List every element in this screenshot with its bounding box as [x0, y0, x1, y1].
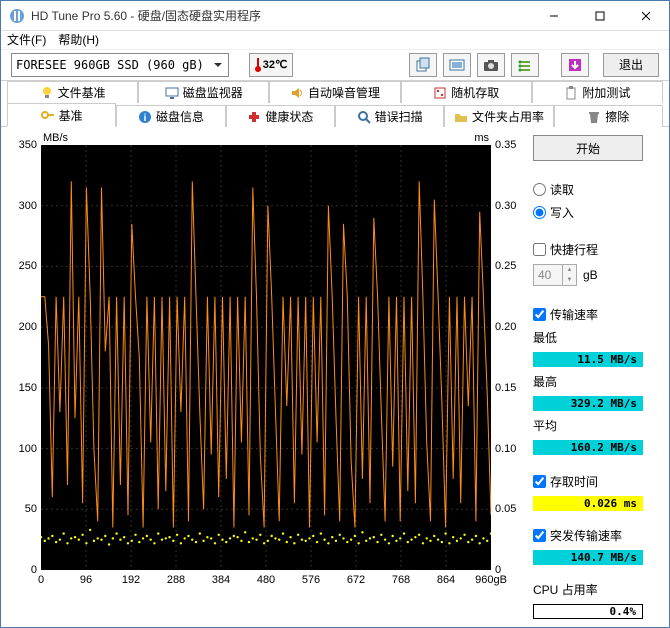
tab-random-access[interactable]: 随机存取 — [401, 81, 532, 103]
monitor-icon — [165, 86, 179, 100]
stroke-spinner[interactable]: 40▲▼ — [533, 264, 577, 286]
save-button[interactable] — [561, 53, 589, 77]
write-label: 写入 — [550, 204, 574, 221]
toolbar: FORESEE 960GB SSD (960 gB) 32℃ 退出 — [1, 50, 669, 81]
start-button[interactable]: 开始 — [533, 135, 643, 161]
dice-icon — [433, 86, 447, 100]
y-left-labels: 350300250200150100500 — [11, 145, 39, 570]
menu-help[interactable]: 帮助(H) — [58, 31, 99, 48]
max-value: 329.2 MB/s — [533, 396, 643, 411]
drive-dropdown[interactable]: FORESEE 960GB SSD (960 gB) — [11, 53, 229, 77]
take-screenshot-button[interactable] — [477, 53, 505, 77]
tabs-row-1: 文件基准 磁盘监视器 自动噪音管理 随机存取 附加测试 — [1, 81, 669, 103]
tab-erase[interactable]: 擦除 — [554, 105, 663, 127]
plot — [41, 145, 491, 570]
svg-text:i: i — [144, 113, 147, 124]
short-stroke-checkbox[interactable] — [533, 243, 546, 256]
read-label: 读取 — [550, 181, 574, 198]
access-time-checkbox[interactable] — [533, 475, 546, 488]
stroke-unit: gB — [583, 268, 598, 282]
access-time-label: 存取时间 — [550, 473, 598, 490]
maximize-button[interactable] — [577, 1, 623, 31]
tab-disk-monitor[interactable]: 磁盘监视器 — [138, 81, 269, 103]
speaker-icon — [290, 86, 304, 100]
burst-rate-checkbox[interactable] — [533, 529, 546, 542]
app-window: HD Tune Pro 5.60 - 硬盘/固态硬盘实用程序 文件(F) 帮助(… — [0, 0, 670, 628]
tab-error-scan[interactable]: 错误扫描 — [335, 105, 444, 127]
plus-icon — [247, 110, 261, 124]
min-label: 最低 — [533, 329, 643, 346]
tab-aam[interactable]: 自动噪音管理 — [269, 81, 400, 103]
y-left-unit: MB/s — [43, 132, 68, 144]
minimize-button[interactable] — [531, 1, 577, 31]
app-icon — [9, 8, 25, 24]
avg-value: 160.2 MB/s — [533, 440, 643, 455]
titlebar: HD Tune Pro 5.60 - 硬盘/固态硬盘实用程序 — [1, 1, 669, 31]
window-title: HD Tune Pro 5.60 - 硬盘/固态硬盘实用程序 — [31, 7, 531, 24]
menu-file[interactable]: 文件(F) — [7, 31, 46, 48]
y-right-labels: 0.350.300.250.200.150.100.050 — [493, 145, 521, 570]
lightbulb-icon — [40, 86, 54, 100]
thermometer-icon — [255, 58, 261, 72]
window-controls — [531, 1, 669, 31]
max-label: 最高 — [533, 373, 643, 390]
copy-info-button[interactable] — [409, 53, 437, 77]
copy-screenshot-button[interactable] — [443, 53, 471, 77]
tab-health[interactable]: 健康状态 — [226, 105, 335, 127]
folder-icon — [454, 110, 468, 124]
side-panel: 开始 读取 写入 快捷行程 40▲▼ gB 传输速率 最低 11.5 MB/s … — [533, 135, 643, 619]
y-right-unit: ms — [474, 132, 489, 144]
avg-label: 平均 — [533, 417, 643, 434]
transfer-rate-checkbox[interactable] — [533, 308, 546, 321]
exit-button[interactable]: 退出 — [603, 53, 659, 77]
write-radio[interactable] — [533, 206, 546, 219]
options-button[interactable] — [511, 53, 539, 77]
key-icon — [41, 108, 55, 122]
tab-file-benchmark[interactable]: 文件基准 — [7, 81, 138, 103]
min-value: 11.5 MB/s — [533, 352, 643, 367]
close-button[interactable] — [623, 1, 669, 31]
content-area: MB/s ms 350300250200150100500 0.350.300.… — [1, 126, 669, 627]
tabs-row-2: 基准 i磁盘信息 健康状态 错误扫描 文件夹占用率 擦除 — [1, 103, 669, 127]
tab-benchmark[interactable]: 基准 — [7, 103, 116, 127]
burst-rate-label: 突发传输速率 — [550, 527, 622, 544]
access-value: 0.026 ms — [533, 496, 643, 511]
trash-icon — [587, 110, 601, 124]
tab-info[interactable]: i磁盘信息 — [116, 105, 225, 127]
clipboard-icon — [564, 86, 578, 100]
temperature-display: 32℃ — [249, 53, 293, 77]
x-labels: 096192288384480576672768864960gB — [41, 574, 491, 588]
tab-extra-tests[interactable]: 附加测试 — [532, 81, 663, 103]
short-stroke-label: 快捷行程 — [550, 241, 598, 258]
burst-value: 140.7 MB/s — [533, 550, 643, 565]
cpu-value: 0.4% — [533, 604, 643, 619]
info-icon: i — [138, 110, 152, 124]
transfer-rate-label: 传输速率 — [550, 306, 598, 323]
menubar: 文件(F) 帮助(H) — [1, 31, 669, 50]
magnify-icon — [357, 110, 371, 124]
tab-folder-usage[interactable]: 文件夹占用率 — [444, 105, 553, 127]
chart-area: MB/s ms 350300250200150100500 0.350.300.… — [11, 135, 521, 590]
read-radio[interactable] — [533, 183, 546, 196]
cpu-label: CPU 占用率 — [533, 581, 643, 598]
